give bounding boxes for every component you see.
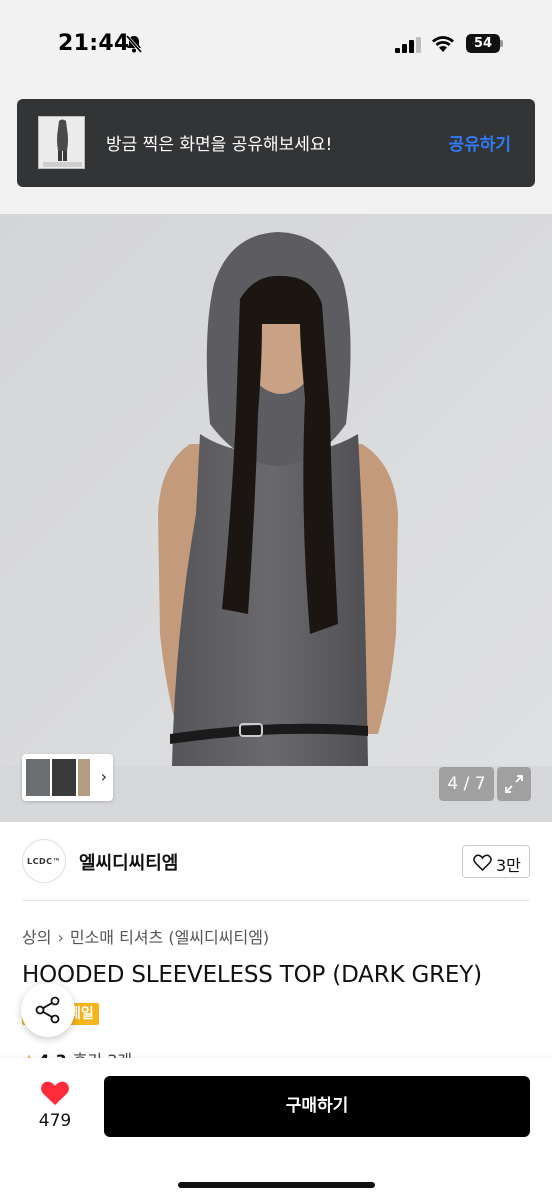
- wishlist-button[interactable]: 479: [22, 1078, 88, 1140]
- expand-icon: [505, 775, 523, 793]
- bell-muted-icon: [125, 35, 143, 53]
- share-icon: [35, 996, 60, 1024]
- brand-like-button[interactable]: 3만: [462, 845, 530, 878]
- status-bar: 21:44 54: [0, 0, 552, 90]
- brand-name[interactable]: 엘씨디씨티엠: [79, 849, 178, 875]
- screenshot-thumbnail[interactable]: [38, 116, 85, 169]
- product-photo: [0, 214, 552, 766]
- wifi-icon: [432, 36, 454, 52]
- product-image[interactable]: [0, 214, 552, 766]
- battery-icon: 54: [466, 34, 500, 53]
- brand-row[interactable]: LCDC™ 엘씨디씨티엠 3만: [0, 822, 552, 902]
- status-time: 21:44: [58, 31, 130, 56]
- brand-logo[interactable]: LCDC™: [22, 839, 66, 883]
- share-toast[interactable]: 방금 찍은 화면을 공유해보세요! 공유하기: [17, 99, 535, 187]
- product-title: HOODED SLEEVELESS TOP (DARK GREY): [22, 962, 482, 988]
- heart-filled-icon: [41, 1081, 69, 1105]
- signal-icon: [395, 37, 421, 53]
- chevron-right-icon[interactable]: ›: [101, 767, 107, 786]
- wishlist-count: 479: [38, 1111, 72, 1131]
- thumbnail-strip[interactable]: ›: [22, 754, 113, 801]
- breadcrumb-separator: ›: [57, 928, 64, 947]
- brand-like-count: 3만: [496, 856, 521, 875]
- thumbnail-image[interactable]: [52, 759, 76, 796]
- share-button[interactable]: [21, 983, 75, 1037]
- expand-button[interactable]: [497, 767, 531, 801]
- home-indicator: [178, 1182, 375, 1188]
- divider: [22, 900, 530, 901]
- buy-button[interactable]: 구매하기: [104, 1076, 530, 1137]
- breadcrumb: 상의 › 민소매 티셔츠 (엘씨디씨티엠): [22, 924, 269, 948]
- toast-message: 방금 찍은 화면을 공유해보세요!: [106, 135, 333, 155]
- breadcrumb-subcategory[interactable]: 민소매 티셔츠 (엘씨디씨티엠): [70, 928, 269, 947]
- breadcrumb-category[interactable]: 상의: [22, 928, 51, 947]
- heart-outline-icon: [473, 854, 492, 871]
- thumbnail-image[interactable]: [26, 759, 50, 796]
- battery-tip: [500, 40, 503, 47]
- image-counter: 4 / 7: [439, 767, 494, 801]
- thumbnail-image[interactable]: [78, 759, 90, 796]
- toast-share-button[interactable]: 공유하기: [448, 130, 511, 155]
